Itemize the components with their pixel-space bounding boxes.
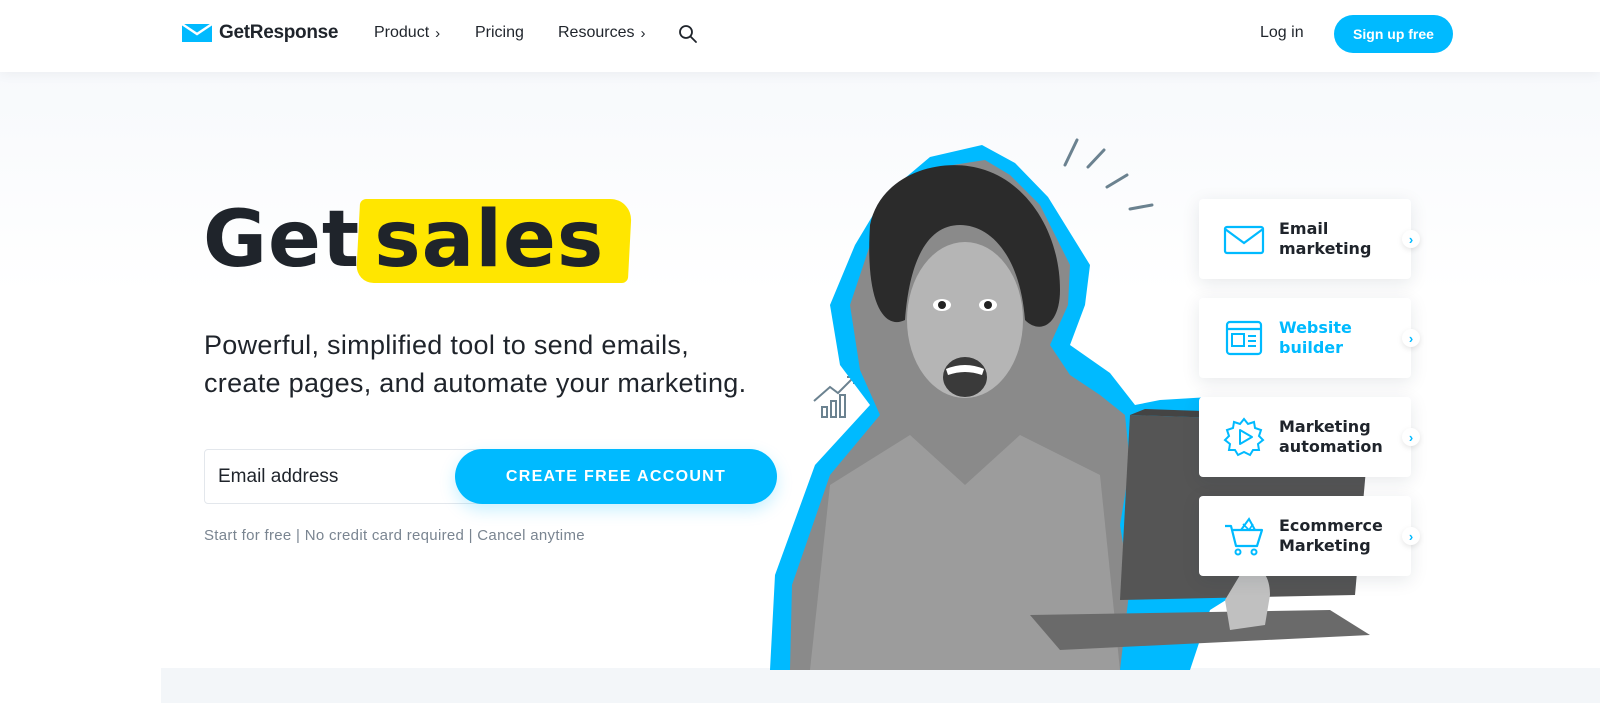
headline-word: Get [203, 195, 361, 285]
feature-label-line-2: Marketing [1279, 536, 1371, 555]
chevron-right-icon: › [1402, 527, 1420, 545]
website-icon [1225, 320, 1263, 356]
chevron-right-icon: › [1402, 329, 1420, 347]
subtitle-line-1: Powerful, simplified tool to send emails… [204, 330, 690, 360]
nav-pricing-label: Pricing [475, 24, 524, 41]
hero-subtitle: Powerful, simplified tool to send emails… [204, 326, 804, 402]
gear-play-icon [1223, 417, 1265, 457]
nav-product[interactable]: Product › [374, 24, 440, 42]
feature-label-line-2: builder [1279, 338, 1344, 357]
signup-note: Start for free | No credit card required… [204, 527, 585, 544]
chevron-right-icon: › [640, 24, 646, 42]
feature-card-marketing-automation[interactable]: Marketing automation › [1199, 397, 1420, 477]
feature-card-website-builder[interactable]: Website builder › [1199, 298, 1420, 378]
feature-label-line-2: marketing [1279, 239, 1372, 258]
nav-resources[interactable]: Resources › [558, 24, 645, 42]
nav-pricing[interactable]: Pricing [475, 24, 524, 42]
hero-headline: Get sales [203, 195, 633, 285]
cart-icon [1225, 517, 1264, 556]
feature-label-line-1: Email [1279, 219, 1329, 238]
login-link[interactable]: Log in [1260, 24, 1304, 42]
headline-highlight: sales [356, 195, 633, 285]
growth-chart-icon [813, 376, 855, 418]
open-mouth [943, 357, 987, 397]
logo-text: GetResponse [219, 22, 339, 43]
logo[interactable]: GetResponse [181, 22, 338, 44]
feature-label-line-2: automation [1279, 437, 1383, 456]
hero-illustration [770, 138, 1378, 670]
top-navigation: GetResponse Product › Pricing Resources … [0, 0, 1600, 72]
feature-label: Website builder [1279, 318, 1404, 358]
laptop-base [1030, 610, 1370, 650]
feature-label-line-1: Ecommerce [1279, 516, 1383, 535]
feature-card-ecommerce-marketing[interactable]: Ecommerce Marketing › [1199, 496, 1420, 576]
section-divider-band [161, 668, 1600, 703]
headline-highlight-word: sales [374, 195, 605, 285]
feature-card-email-marketing[interactable]: Email marketing › [1199, 199, 1420, 279]
nav-resources-label: Resources [558, 24, 635, 41]
feature-label: Ecommerce Marketing [1279, 516, 1404, 556]
chevron-right-icon: › [1402, 230, 1420, 248]
signup-button[interactable]: Sign up free [1334, 15, 1453, 53]
search-icon[interactable] [678, 24, 698, 44]
accent-dashes [1063, 138, 1154, 211]
feature-label-line-1: Marketing [1279, 417, 1371, 436]
chevron-right-icon: › [1402, 428, 1420, 446]
nav-product-label: Product [374, 24, 430, 41]
envelope-logo-icon [181, 23, 213, 42]
feature-label: Email marketing [1279, 219, 1404, 259]
feature-label-line-1: Website [1279, 318, 1352, 337]
feature-label: Marketing automation [1279, 417, 1404, 457]
envelope-icon [1223, 225, 1265, 255]
chevron-right-icon: › [435, 24, 441, 42]
subtitle-line-2: create pages, and automate your marketin… [204, 368, 747, 398]
create-account-button[interactable]: CREATE FREE ACCOUNT [455, 449, 777, 504]
